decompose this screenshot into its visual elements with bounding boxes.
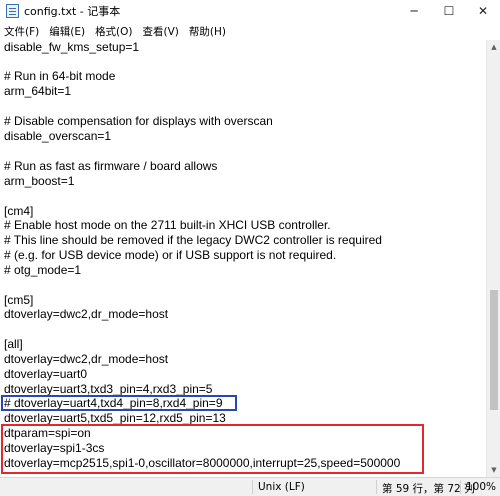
status-bar: Unix (LF) 第 59 行，第 72 列 100%: [0, 477, 500, 496]
title-bar: config.txt - 记事本 ─ ☐ ✕: [0, 0, 500, 22]
editor-line: dtoverlay=dwc2,dr_mode=host: [4, 307, 169, 321]
editor-line: dtoverlay=uart0: [4, 367, 88, 381]
menu-bar: 文件(F) 编辑(E) 格式(O) 查看(V) 帮助(H): [0, 22, 500, 40]
editor-line: arm_boost=1: [4, 174, 75, 188]
editor-line: [all]: [4, 337, 23, 351]
menu-file[interactable]: 文件(F): [0, 24, 44, 39]
notepad-app-icon: [6, 4, 19, 18]
vertical-scrollbar[interactable]: ▲ ▼: [486, 40, 500, 477]
editor-line: # This line should be removed if the leg…: [4, 233, 382, 247]
menu-help[interactable]: 帮助(H): [184, 24, 231, 39]
editor-line: # otg_mode=1: [4, 263, 82, 277]
editor-line: dtoverlay=dwc2,dr_mode=host: [4, 352, 169, 366]
close-button[interactable]: ✕: [466, 0, 500, 22]
editor-line: disable_fw_kms_setup=1: [4, 40, 140, 54]
editor-line: # Enable host mode on the 2711 built-in …: [4, 218, 331, 232]
editor-line: [cm4]: [4, 204, 34, 218]
minimize-button[interactable]: ─: [396, 0, 432, 22]
editor-line: # Disable compensation for displays with…: [4, 114, 273, 128]
status-line-ending: Unix (LF): [258, 481, 305, 493]
minimize-icon: ─: [410, 4, 418, 18]
editor-line: arm_64bit=1: [4, 84, 72, 98]
maximize-icon: ☐: [443, 4, 455, 18]
editor-line: [cm5]: [4, 293, 34, 307]
status-zoom: 100%: [466, 481, 497, 493]
maximize-button[interactable]: ☐: [432, 0, 466, 22]
editor-line: # (e.g. for USB device mode) or if USB s…: [4, 248, 337, 262]
editor-line: dtoverlay=uart3,txd3_pin=4,rxd3_pin=5: [4, 382, 213, 396]
window-controls: ─ ☐ ✕: [396, 0, 500, 22]
close-icon: ✕: [477, 4, 489, 18]
editor-line: # Run in 64-bit mode: [4, 69, 116, 83]
scroll-up-icon[interactable]: ▲: [487, 40, 500, 54]
editor-line: disable_overscan=1: [4, 129, 112, 143]
status-divider: [376, 480, 377, 494]
red-highlight-box: [1, 424, 424, 474]
status-divider: [460, 480, 461, 494]
editor-line: # Run as fast as firmware / board allows: [4, 159, 218, 173]
editor-line: dtoverlay=uart5,txd5_pin=12,rxd5_pin=13: [4, 411, 226, 425]
window-title: config.txt - 记事本: [24, 5, 121, 18]
menu-edit[interactable]: 编辑(E): [44, 24, 90, 39]
menu-view[interactable]: 查看(V): [138, 24, 184, 39]
text-editor[interactable]: disable_fw_kms_setup=1 # Run in 64-bit m…: [0, 40, 486, 477]
scrollbar-thumb[interactable]: [490, 290, 498, 410]
menu-format[interactable]: 格式(O): [90, 24, 137, 39]
scroll-down-icon[interactable]: ▼: [487, 463, 500, 477]
status-divider: [252, 480, 253, 494]
blue-highlight-box: [1, 395, 237, 411]
